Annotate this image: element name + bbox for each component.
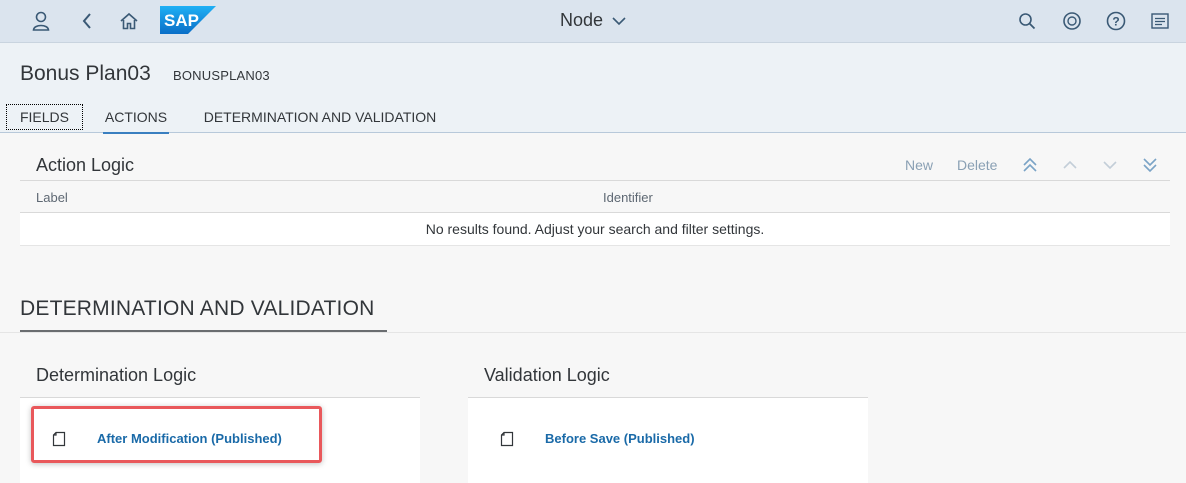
list-item[interactable]: Before Save (Published) (468, 422, 768, 456)
action-logic-table: Label Identifier No results found. Adjus… (20, 180, 1170, 246)
column-header-label[interactable]: Label (36, 190, 68, 205)
after-modification-link[interactable]: After Modification (Published) (97, 431, 282, 446)
page-title: Bonus Plan03 (20, 62, 151, 85)
new-button[interactable]: New (905, 152, 933, 178)
table-header: Label Identifier (20, 180, 1170, 213)
validation-logic-panel: Validation Logic Before Save (Published) (468, 352, 868, 483)
tab-fields[interactable]: FIELDS (6, 104, 83, 130)
user-icon[interactable] (28, 8, 54, 34)
tab-determination-validation[interactable]: DETERMINATION AND VALIDATION (192, 104, 448, 130)
copilot-icon[interactable] (1059, 8, 1085, 34)
back-icon[interactable] (74, 8, 100, 34)
delete-button[interactable]: Delete (957, 152, 997, 178)
tab-actions[interactable]: ACTIONS (95, 104, 177, 134)
empty-table-message: No results found. Adjust your search and… (20, 213, 1170, 246)
column-header-identifier[interactable]: Identifier (603, 190, 653, 205)
shell-title: Node (560, 9, 604, 30)
page-subtitle: BONUSPLAN03 (173, 68, 270, 83)
move-down-icon[interactable] (1098, 152, 1122, 178)
before-save-link[interactable]: Before Save (Published) (545, 431, 695, 446)
help-icon[interactable]: ? (1103, 8, 1129, 34)
panel-body: After Modification (Published) (20, 398, 420, 483)
panel-body: Before Save (Published) (468, 398, 868, 483)
chevron-down-icon (611, 10, 627, 31)
document-icon (500, 431, 514, 447)
move-up-icon[interactable] (1058, 152, 1082, 178)
validation-logic-title: Validation Logic (484, 365, 610, 385)
object-header: Bonus Plan03 BONUSPLAN03 FIELDS ACTIONS … (0, 43, 1186, 134)
panel-header: Validation Logic (468, 352, 868, 398)
move-to-bottom-icon[interactable] (1138, 152, 1162, 178)
menu-icon[interactable] (1147, 8, 1173, 34)
list-item[interactable]: After Modification (Published) (20, 422, 320, 456)
home-icon[interactable] (116, 8, 142, 34)
document-icon (52, 431, 66, 447)
search-icon[interactable] (1014, 8, 1040, 34)
section-divider (0, 332, 1186, 333)
svg-text:SAP: SAP (164, 11, 199, 30)
determination-logic-title: Determination Logic (36, 365, 197, 385)
action-logic-title: Action Logic (36, 155, 135, 175)
move-to-top-icon[interactable] (1018, 152, 1042, 178)
svg-text:?: ? (1112, 15, 1119, 29)
shell-title-menu[interactable]: Node (560, 9, 627, 31)
panel-header: Determination Logic (20, 352, 420, 398)
shell-bar: SAP Node ? (0, 0, 1186, 43)
determination-logic-panel: Determination Logic After Modification (… (20, 352, 420, 483)
section-heading: DETERMINATION AND VALIDATION (20, 297, 375, 320)
sap-logo[interactable]: SAP (160, 6, 216, 34)
